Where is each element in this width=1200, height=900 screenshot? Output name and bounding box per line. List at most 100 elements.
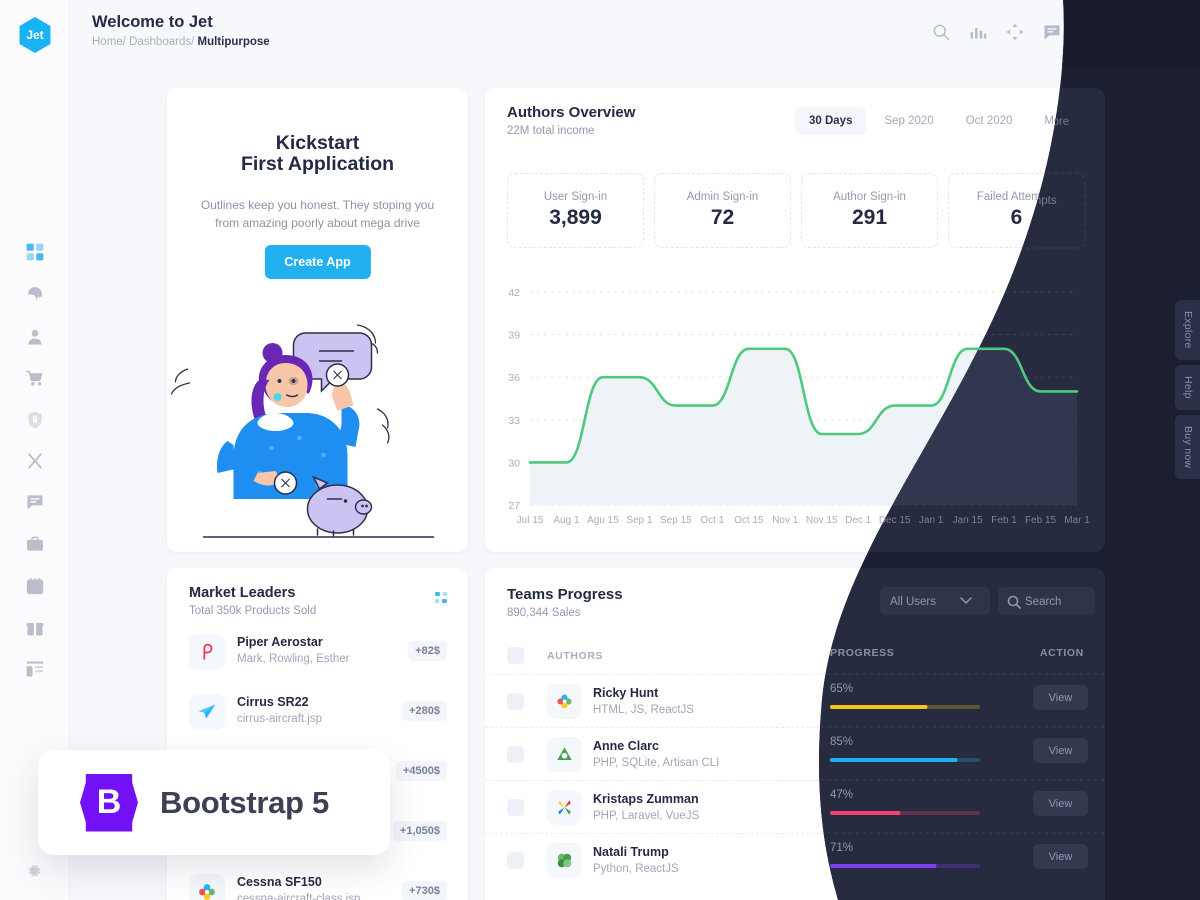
view-button[interactable]: View — [1015, 686, 1070, 711]
message-icon[interactable] — [1042, 22, 1064, 44]
stat-value: 6 — [1010, 206, 1023, 229]
svg-text:31: 31 — [31, 586, 39, 593]
list-item[interactable]: Cirrus SR22 cirrus-aircraft.jsp +280$ — [189, 690, 447, 743]
row-checkbox[interactable] — [507, 746, 524, 763]
sidebar-item-lock[interactable] — [23, 408, 47, 432]
stat-label: Failed Attempts — [976, 191, 1057, 203]
market-title: Market Leaders — [189, 585, 296, 601]
paper-plane-icon — [189, 694, 225, 730]
view-button[interactable]: View — [1015, 845, 1070, 870]
market-row-desc: cessna-aircraft-class.jsp — [237, 893, 361, 900]
table-row[interactable]: Natali Trump Python, ReactJS 71% View — [485, 833, 1105, 886]
row-checkbox[interactable] — [507, 852, 524, 869]
table-row[interactable]: Ricky Hunt HTML, JS, ReactJS 65% View — [485, 674, 1105, 727]
stat-user-signin: User Sign-in 3,899 — [507, 173, 644, 248]
team-row-percent: 65% — [830, 688, 854, 700]
market-row-amount: +280$ — [402, 701, 447, 721]
grid-icon[interactable] — [1147, 22, 1169, 44]
tab-more[interactable]: More — [1030, 107, 1084, 135]
search-input[interactable]: Search — [998, 587, 1095, 615]
market-row-desc: Mark, Rowling, Esther — [237, 653, 350, 665]
team-row-name: Kristaps Zumman — [593, 792, 699, 806]
svg-text:Jan 1: Jan 1 — [919, 515, 944, 526]
progress-bar — [830, 761, 980, 765]
progress-bar — [830, 867, 980, 871]
bar-chart-icon[interactable] — [968, 22, 990, 44]
sidebar-item-fingerprint[interactable] — [23, 282, 47, 306]
row-checkbox[interactable] — [507, 799, 524, 816]
create-app-button[interactable]: Create App — [264, 245, 371, 279]
authors-period-tabs: 30 Days Sep 2020 Oct 2020 More — [795, 107, 1085, 135]
svg-text:39: 39 — [508, 330, 520, 342]
move-icon[interactable] — [1005, 22, 1027, 44]
p-logo-icon — [189, 634, 225, 670]
svg-text:Sep 15: Sep 15 — [660, 515, 692, 526]
green-triangle-icon — [547, 737, 582, 772]
view-button[interactable]: View — [1015, 739, 1070, 764]
svg-text:27: 27 — [508, 500, 520, 512]
progress-bar — [830, 708, 980, 712]
search-placeholder: Search — [1025, 595, 1062, 607]
app-logo[interactable]: Jet — [19, 17, 51, 53]
kickstart-title-line1: Kickstart — [275, 132, 360, 154]
sidebar-item-layout[interactable] — [23, 657, 47, 681]
sidebar-item-cart[interactable] — [23, 366, 47, 390]
team-row-name: Anne Clarc — [593, 739, 659, 753]
kickstart-desc-line1: Outlines keep you honest. They stoping y… — [200, 198, 435, 212]
market-row-name: Cessna SF150 — [237, 875, 322, 889]
breadcrumb-dashboards[interactable]: Dashboards/ — [129, 36, 194, 48]
svg-text:Sep 1: Sep 1 — [626, 515, 653, 526]
tab-30-days[interactable]: 30 Days — [795, 107, 867, 135]
person-figure — [216, 343, 360, 499]
stat-value: 72 — [710, 206, 735, 229]
team-row-percent: 47% — [830, 794, 854, 806]
breadcrumb-home[interactable]: Home/ — [92, 36, 126, 48]
sidebar-item-gift[interactable] — [23, 616, 47, 640]
side-tab-buy-now[interactable]: Buy now — [1175, 414, 1200, 479]
settings-gear-icon[interactable] — [25, 862, 45, 882]
row-checkbox[interactable] — [507, 693, 524, 710]
stat-failed-attempts: Failed Attempts 6 — [948, 173, 1085, 248]
dots-grid-icon[interactable] — [435, 592, 448, 603]
tab-sep-2020[interactable]: Sep 2020 — [870, 107, 947, 135]
stat-author-signin: Author Sign-in 291 — [801, 173, 938, 248]
select-all-checkbox[interactable] — [507, 647, 524, 664]
list-item[interactable]: Cessna SF150 cessna-aircraft-class.jsp +… — [189, 870, 447, 900]
sidebar-item-calendar[interactable]: 31 — [23, 574, 47, 598]
search-icon[interactable] — [931, 22, 953, 44]
sidebar-item-scissors[interactable] — [23, 449, 47, 473]
side-tab-help[interactable]: Help — [1175, 364, 1200, 410]
team-row-stack: PHP, SQLite, Artisan CLI — [593, 757, 720, 769]
teams-table-header: AUTHORS PROGRESS ACTION — [485, 642, 1105, 670]
stat-value: 291 — [851, 206, 888, 229]
team-row-stack: PHP, Laravel, VueJS — [593, 810, 700, 822]
sidebar-item-user[interactable] — [23, 325, 47, 349]
table-row[interactable]: Kristaps Zumman PHP, Laravel, VueJS 47% … — [485, 780, 1105, 833]
svg-text:Mar 1: Mar 1 — [1064, 515, 1090, 526]
market-row-amount: +4500$ — [395, 761, 447, 781]
svg-text:33: 33 — [508, 415, 520, 427]
bootstrap-logo-icon: B — [80, 773, 138, 832]
table-row[interactable]: Anne Clarc PHP, SQLite, Artisan CLI 85% … — [485, 727, 1105, 780]
breadcrumb-current: Multipurpose — [197, 36, 270, 48]
column-progress: PROGRESS — [830, 650, 895, 662]
page-title: Welcome to Jet — [92, 13, 213, 31]
pinwheel-icon — [547, 790, 582, 825]
kickstart-desc-line2: from amazing poorly about mega drive — [215, 216, 420, 230]
stat-admin-signin: Admin Sign-in 72 — [654, 173, 791, 248]
tab-oct-2020[interactable]: Oct 2020 — [952, 107, 1027, 135]
sidebar-item-dashboard[interactable] — [23, 240, 47, 264]
team-row-percent: 71% — [830, 847, 854, 859]
view-button[interactable]: View — [1015, 792, 1070, 817]
teams-subtitle: 890,344 Sales — [507, 607, 581, 619]
moon-icon[interactable] — [1184, 22, 1200, 44]
chart-area-fill — [530, 348, 1077, 505]
kickstart-card: Kickstart First Application Outlines kee… — [167, 88, 468, 552]
side-tab-explore[interactable]: Explore — [1175, 300, 1200, 360]
list-item[interactable]: Piper Aerostar Mark, Rowling, Esther +82… — [189, 630, 447, 683]
authors-line-chart: 27 30 33 36 39 42 Jul 15 Aug 1 Agu 15 Sep 1 Sep 1… — [508, 287, 1090, 526]
sidebar-item-chat[interactable] — [23, 490, 47, 514]
sidebar-item-briefcase[interactable] — [23, 532, 47, 556]
user-filter-select[interactable]: All Users — [880, 587, 990, 615]
svg-text:Dec 1: Dec 1 — [845, 515, 872, 526]
